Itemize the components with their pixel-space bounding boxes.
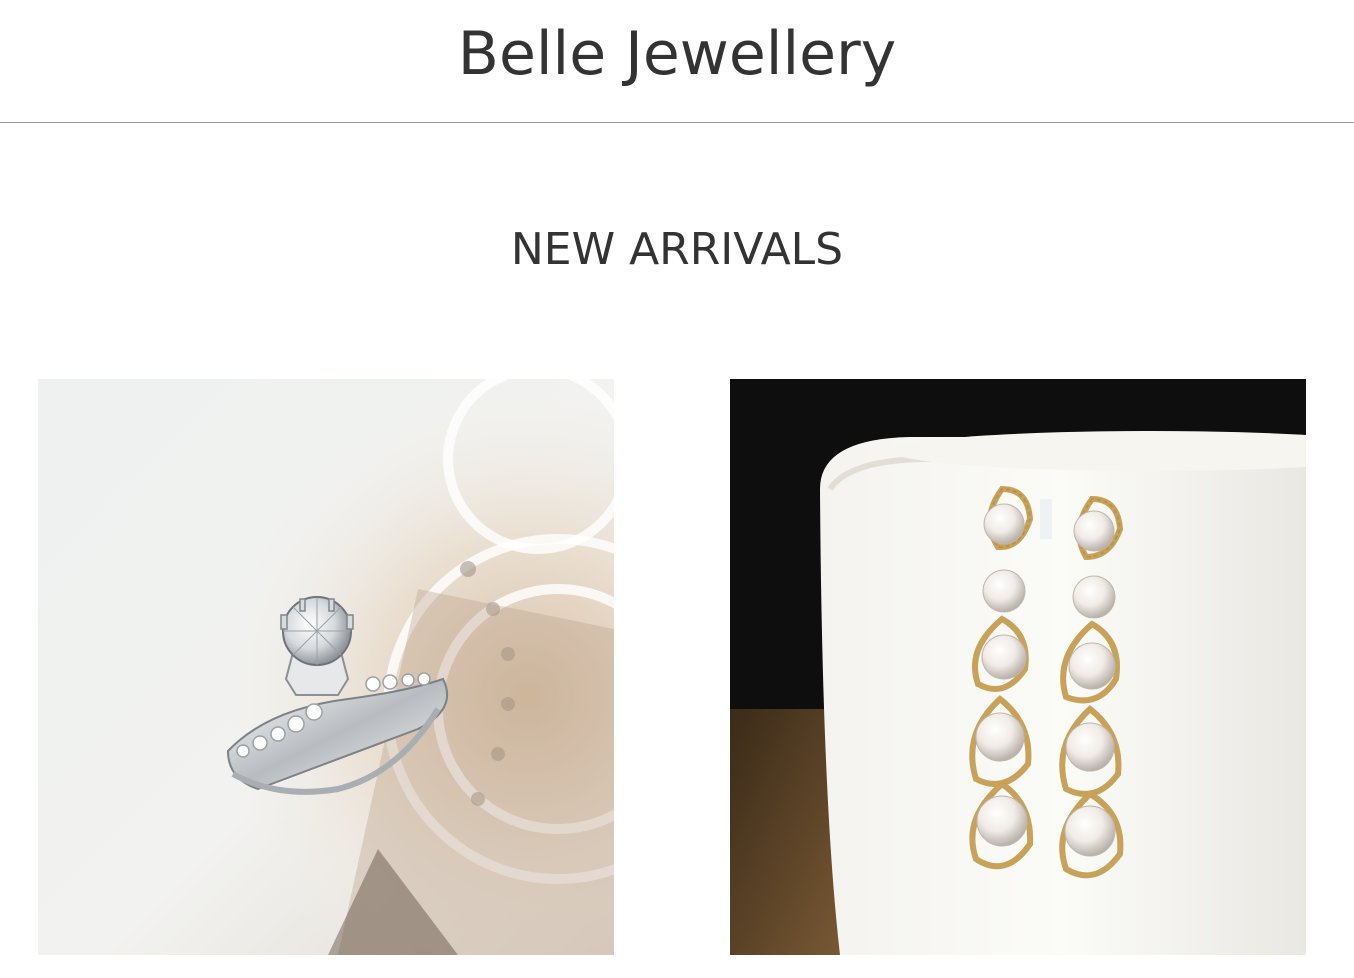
site-header: Belle Jewellery xyxy=(0,0,1354,123)
brand-logo-text[interactable]: Belle Jewellery xyxy=(0,18,1354,90)
section-title-new-arrivals: NEW ARRIVALS xyxy=(510,224,844,275)
product-card-pearl-earrings[interactable] xyxy=(730,379,1306,955)
pearl-earrings-image xyxy=(730,379,1306,955)
diamond-ring-image xyxy=(38,379,614,955)
product-card-diamond-ring[interactable] xyxy=(38,379,614,955)
